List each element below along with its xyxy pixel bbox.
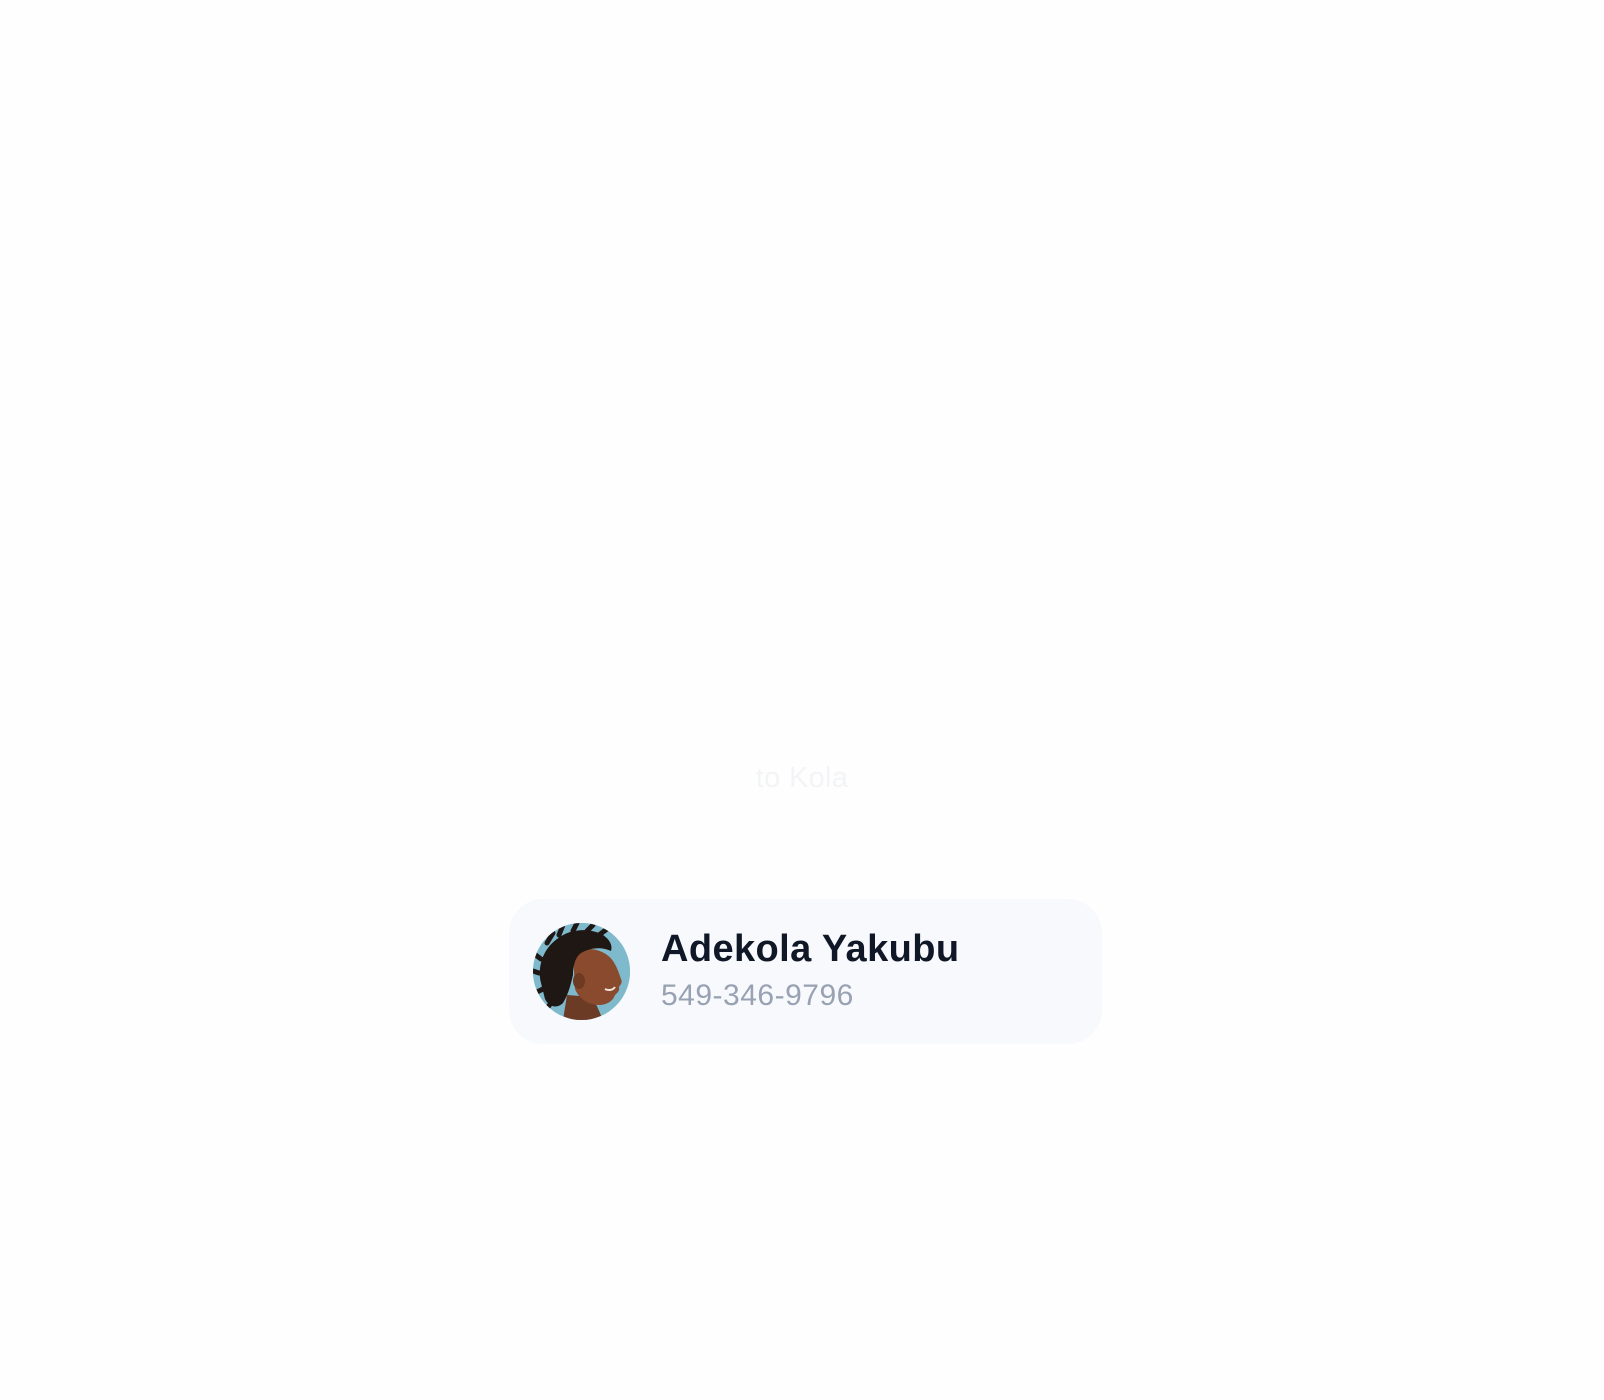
- contact-phone: 549-346-9796: [661, 979, 854, 1012]
- contact-avatar: [533, 923, 630, 1020]
- page: to Kola Adekola Yakubu 549-346-9796: [0, 0, 1604, 1400]
- contact-card[interactable]: Adekola Yakubu 549-346-9796: [509, 899, 1102, 1044]
- person-avatar-icon: [533, 923, 630, 1020]
- contact-details: Adekola Yakubu 549-346-9796: [661, 927, 959, 1013]
- faint-caption: to Kola: [755, 762, 849, 794]
- contact-name: Adekola Yakubu: [661, 928, 960, 970]
